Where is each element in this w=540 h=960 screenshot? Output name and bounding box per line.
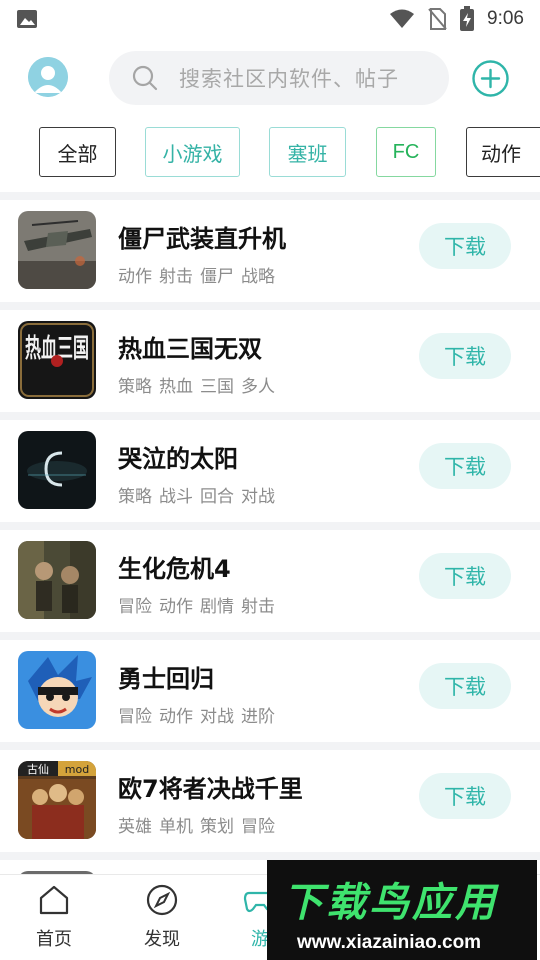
game-title: 僵尸武装直升机 [118, 225, 286, 253]
app-screen: 9:06 搜索社区内软件、帖子 全部 小游戏 塞班 FC 动作 僵尸武装直升机 … [0, 0, 540, 960]
game-list: 僵尸武装直升机 动作 射击 僵尸 战略 下载 热血三国 热血三国无双 策略 热血 三国 多人… [0, 192, 540, 960]
download-button[interactable]: 下载 [419, 553, 511, 599]
home-icon [39, 885, 69, 915]
tag: 冒险 [241, 817, 275, 837]
tag: 多人 [241, 377, 275, 397]
tag: 战斗 [159, 487, 193, 507]
thumb-badge-right: mod [65, 763, 89, 776]
chip-symbian[interactable]: 塞班 [269, 127, 346, 177]
download-button[interactable]: 下载 [419, 223, 511, 269]
status-bar: 9:06 [0, 0, 540, 38]
watermark-logo: 下载鸟应用 [283, 880, 498, 926]
game-title: 哭泣的太阳 [118, 445, 238, 473]
game-tags: 英雄 单机 策划 冒险 [118, 812, 282, 837]
tag: 热血 [159, 377, 193, 397]
game-thumbnail: 古仙 mod [18, 761, 96, 839]
image-icon [17, 10, 37, 28]
tag: 射击 [241, 597, 275, 617]
tag: 冒险 [118, 707, 152, 727]
tag: 冒险 [118, 597, 152, 617]
nav-home-label: 首页 [36, 929, 72, 950]
game-title: 欧7将者决战千里 [118, 775, 303, 803]
game-title: 勇士回归 [118, 665, 214, 693]
nav-home[interactable]: 首页 [14, 883, 94, 951]
tag: 剧情 [200, 597, 234, 617]
tag: 策略 [118, 377, 152, 397]
nav-discover[interactable]: 发现 [122, 883, 202, 951]
tag: 动作 [159, 707, 193, 727]
wifi-icon [390, 9, 415, 28]
tag: 英雄 [118, 817, 152, 837]
game-tags: 冒险 动作 剧情 射击 [118, 592, 282, 617]
tag: 策略 [118, 487, 152, 507]
search-input[interactable]: 搜索社区内软件、帖子 [109, 51, 449, 105]
plus-circle-icon[interactable] [472, 60, 509, 97]
search-placeholder: 搜索社区内软件、帖子 [179, 67, 399, 91]
user-avatar-icon[interactable] [28, 57, 68, 97]
list-item[interactable]: 生化危机4 冒险 动作 剧情 射击 下载 [0, 530, 540, 632]
game-title: 生化危机4 [118, 555, 231, 583]
chip-fc[interactable]: FC [376, 127, 436, 177]
battery-charging-icon [460, 6, 475, 31]
thumb-badge-left: 古仙 [27, 763, 49, 776]
search-icon [132, 65, 158, 91]
tag: 对战 [200, 707, 234, 727]
list-item[interactable]: 热血三国 热血三国无双 策略 热血 三国 多人 下载 [0, 310, 540, 412]
list-item[interactable]: 古仙 mod 欧7将者决战千里 英雄 单机 策划 冒险 下载 [0, 750, 540, 852]
tag: 射击 [159, 267, 193, 287]
download-button[interactable]: 下载 [419, 773, 511, 819]
tag: 僵尸 [200, 267, 234, 287]
watermark-url: www.xiazainiao.com [297, 932, 482, 953]
tag: 单机 [159, 817, 193, 837]
tag: 动作 [159, 597, 193, 617]
game-thumbnail [18, 211, 96, 289]
no-sim-icon [428, 8, 447, 30]
chip-mini-games[interactable]: 小游戏 [145, 127, 240, 177]
game-tags: 动作 射击 僵尸 战略 [118, 262, 282, 287]
game-tags: 策略 热血 三国 多人 [118, 372, 282, 397]
game-tags: 策略 战斗 回合 对战 [118, 482, 282, 507]
tag: 战略 [241, 267, 275, 287]
game-tags: 冒险 动作 对战 进阶 [118, 702, 282, 727]
download-button[interactable]: 下载 [419, 443, 511, 489]
compass-icon [146, 884, 178, 916]
nav-discover-label: 发现 [144, 929, 180, 950]
list-item[interactable]: 哭泣的太阳 策略 战斗 回合 对战 下载 [0, 420, 540, 522]
game-thumbnail [18, 651, 96, 729]
tag: 策划 [200, 817, 234, 837]
game-thumbnail [18, 541, 96, 619]
download-button[interactable]: 下载 [419, 663, 511, 709]
chip-all[interactable]: 全部 [39, 127, 116, 177]
list-item[interactable]: 勇士回归 冒险 动作 对战 进阶 下载 [0, 640, 540, 742]
download-button[interactable]: 下载 [419, 333, 511, 379]
chip-action[interactable]: 动作 [466, 127, 540, 177]
game-thumbnail [18, 431, 96, 509]
tag: 进阶 [241, 707, 275, 727]
game-thumbnail: 热血三国 [18, 321, 96, 399]
header: 搜索社区内软件、帖子 [0, 38, 540, 118]
status-time: 9:06 [487, 8, 524, 29]
game-title: 热血三国无双 [118, 335, 262, 363]
tag: 回合 [200, 487, 234, 507]
list-item[interactable]: 僵尸武装直升机 动作 射击 僵尸 战略 下载 [0, 200, 540, 302]
watermark: 下载鸟应用 www.xiazainiao.com [267, 860, 537, 960]
category-chips: 全部 小游戏 塞班 FC 动作 [0, 118, 540, 192]
tag: 三国 [200, 377, 234, 397]
tag: 对战 [241, 487, 275, 507]
tag: 动作 [118, 267, 152, 287]
